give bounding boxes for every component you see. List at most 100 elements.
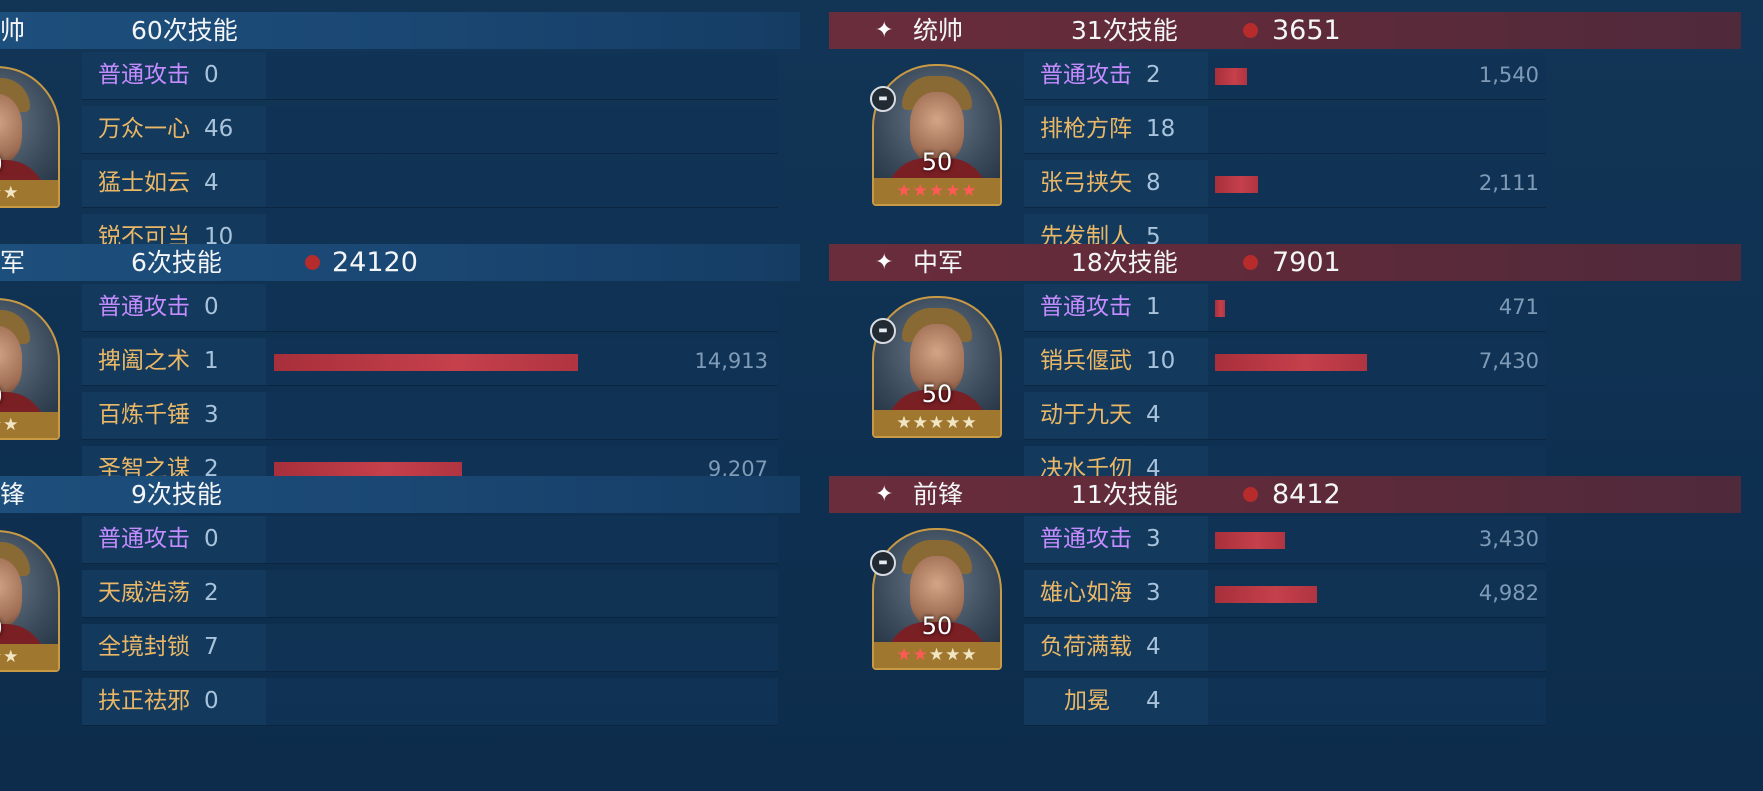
skill-use-count: 4 xyxy=(1146,634,1161,660)
star-icon: ★ xyxy=(912,645,929,665)
star-rating: ★★★★★ xyxy=(874,410,1000,436)
skill-use-count: 0 xyxy=(204,526,219,552)
role-label: 军 xyxy=(0,248,26,277)
star-icon: ★ xyxy=(961,413,978,433)
damage-bar xyxy=(274,354,578,371)
hero-level: 0 xyxy=(0,614,58,642)
skill-use-count: 4 xyxy=(1146,688,1161,714)
section-header: ✦ 前锋 11次技能 8412 xyxy=(829,476,1741,513)
skill-row: 销兵偃武 10 7,430 xyxy=(1024,338,1546,386)
skill-cast-count: 9次技能 xyxy=(131,480,222,509)
unit-type-badge-icon: ▬ xyxy=(870,86,896,112)
total-damage: 7901 xyxy=(1272,247,1341,278)
section-header: 军 6次技能 24120 xyxy=(0,244,800,281)
skill-use-count: 18 xyxy=(1146,116,1176,142)
skill-row: 百炼千锤 3 xyxy=(82,392,778,440)
left-section-3: 锋9次技能0★★★普通攻击0天威浩荡2全境封锁7扶正祛邪0 xyxy=(0,464,800,726)
star-rating: ★★★ xyxy=(0,644,58,670)
skill-use-count: 46 xyxy=(204,116,234,142)
hero-portrait[interactable]: 50 ★★★★★ xyxy=(872,296,1002,438)
hero-portrait[interactable]: 0★★★ xyxy=(0,298,60,440)
skill-name: 普通攻击 xyxy=(1040,294,1132,320)
skill-name: 百炼千锤 xyxy=(98,402,190,428)
total-damage: 8412 xyxy=(1272,479,1341,510)
star-rating: ★★★ xyxy=(0,412,58,438)
right-section-3: ✦ 前锋 11次技能 8412 50 ★★★★★ ▬ 普通攻击 3 3,430 雄心如海 3 4,982… xyxy=(829,464,1741,726)
skill-row: 雄心如海 3 4,982 xyxy=(1024,570,1546,618)
skill-row: 普通攻击 2 1,540 xyxy=(1024,52,1546,100)
skill-cast-count: 31次技能 xyxy=(1071,16,1178,45)
star-icon: ★ xyxy=(928,413,946,433)
skill-cast-count: 18次技能 xyxy=(1071,248,1178,277)
star-icon: ★ xyxy=(945,413,962,433)
hero-level: 0 xyxy=(0,382,58,410)
skill-name: 负荷满载 xyxy=(1040,634,1132,660)
skill-name: 普通攻击 xyxy=(98,294,190,320)
hero-portrait[interactable]: 50 ★★★★★ xyxy=(872,64,1002,206)
skill-row: 负荷满载 4 xyxy=(1024,624,1546,672)
skill-row: 普通攻击 3 3,430 xyxy=(1024,516,1546,564)
hero-portrait[interactable]: 0★★★ xyxy=(0,530,60,672)
role-label: 前锋 xyxy=(913,480,964,509)
skill-name-cell xyxy=(1024,678,1208,725)
four-point-star-icon: ✦ xyxy=(875,250,894,275)
section-header: ✦ 中军 18次技能 7901 xyxy=(829,244,1741,281)
section-header: ✦ 统帅 31次技能 3651 xyxy=(829,12,1741,49)
left-team-panel: 帅60次技能0★★★普通攻击0万众一心46猛士如云4锐不可当10军6次技能241… xyxy=(0,0,800,791)
damage-value: 14,913 xyxy=(694,349,768,373)
skill-name: 加冕 xyxy=(1064,688,1110,714)
skill-name: 普通攻击 xyxy=(1040,62,1132,88)
role-label: 锋 xyxy=(0,480,26,509)
role-label: 帅 xyxy=(0,16,26,45)
red-dot-icon xyxy=(1243,255,1258,270)
four-point-star-icon: ✦ xyxy=(875,482,894,507)
skill-use-count: 3 xyxy=(1146,526,1161,552)
skill-cast-count: 6次技能 xyxy=(131,248,222,277)
damage-bar xyxy=(1215,300,1225,317)
star-icon: ★ xyxy=(3,415,20,435)
skill-name: 捭阖之术 xyxy=(98,348,190,374)
star-icon: ★ xyxy=(896,181,913,201)
total-damage: 24120 xyxy=(332,247,418,278)
star-icon: ★ xyxy=(912,181,929,201)
skill-name: 普通攻击 xyxy=(98,62,190,88)
damage-value: 1,540 xyxy=(1478,63,1539,87)
skill-name: 动于九天 xyxy=(1040,402,1132,428)
skill-row: 扶正祛邪 0 xyxy=(82,678,778,726)
skill-use-count: 4 xyxy=(204,170,219,196)
total-damage: 3651 xyxy=(1272,15,1341,46)
star-icon: ★ xyxy=(961,645,978,665)
hero-level: 50 xyxy=(921,612,953,640)
star-rating: ★★★ xyxy=(0,180,58,206)
skill-name: 张弓挟矢 xyxy=(1040,170,1132,196)
hero-level: 0 xyxy=(0,150,58,178)
skill-use-count: 1 xyxy=(1146,294,1161,320)
skill-use-count: 0 xyxy=(204,294,219,320)
skill-row: 排枪方阵 18 xyxy=(1024,106,1546,154)
right-section-2: ✦ 中军 18次技能 7901 50 ★★★★★ ▬ 普通攻击 1 471 销兵偃武 10 7,430 动… xyxy=(829,232,1741,494)
damage-bar xyxy=(1215,586,1317,603)
skill-name: 扶正祛邪 xyxy=(98,688,190,714)
skill-row: 猛士如云 4 xyxy=(82,160,778,208)
hero-portrait[interactable]: 0★★★ xyxy=(0,66,60,208)
red-dot-icon xyxy=(1243,23,1258,38)
star-icon: ★ xyxy=(928,645,946,665)
right-section-1: ✦ 统帅 31次技能 3651 50 ★★★★★ ▬ 普通攻击 2 1,540 排枪方阵 18 张弓挟矢… xyxy=(829,0,1741,262)
skill-cast-count: 60次技能 xyxy=(131,16,238,45)
star-icon: ★ xyxy=(896,645,913,665)
hero-portrait[interactable]: 50 ★★★★★ xyxy=(872,528,1002,670)
role-label: 中军 xyxy=(913,248,964,277)
damage-value: 2,111 xyxy=(1478,171,1539,195)
unit-type-badge-icon: ▬ xyxy=(870,550,896,576)
damage-value: 471 xyxy=(1498,295,1539,319)
skill-row: 加冕 4 xyxy=(1024,678,1546,726)
role-label: 统帅 xyxy=(913,16,964,45)
skill-row: 捭阖之术 1 14,913 xyxy=(82,338,778,386)
skill-row: 普通攻击 0 xyxy=(82,516,778,564)
star-icon: ★ xyxy=(3,647,20,667)
red-dot-icon xyxy=(1243,487,1258,502)
skill-row: 天威浩荡 2 xyxy=(82,570,778,618)
red-dot-icon xyxy=(305,255,320,270)
damage-bar xyxy=(1215,532,1285,549)
unit-type-badge-icon: ▬ xyxy=(870,318,896,344)
